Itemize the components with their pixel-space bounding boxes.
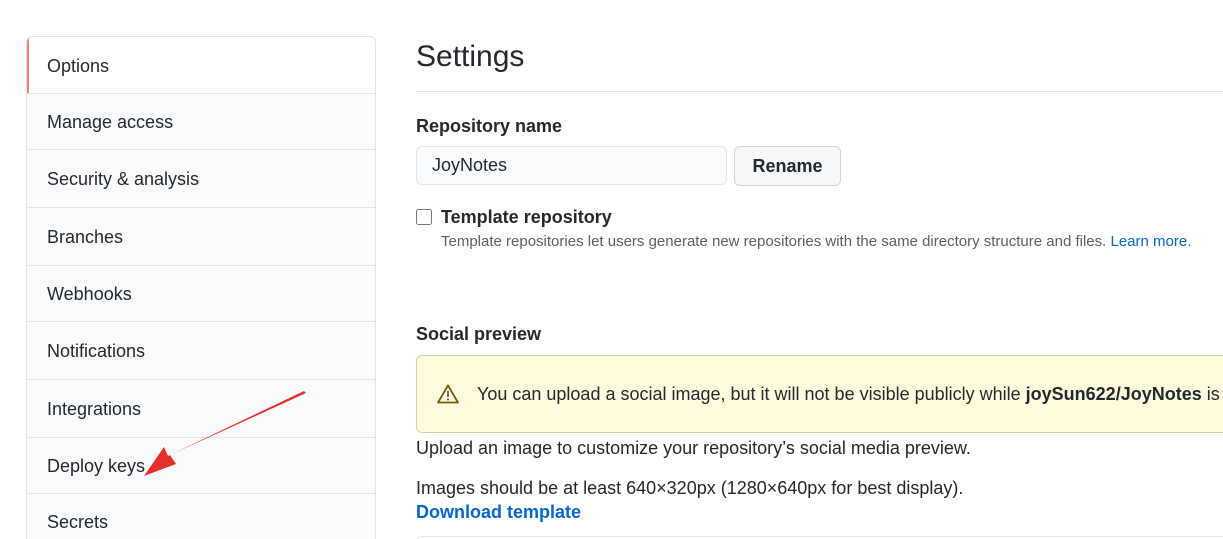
social-preview-label: Social preview [416,324,542,344]
sidebar-item-notifications[interactable]: Notifications [27,322,375,380]
sidebar-item-deploy-keys[interactable]: Deploy keys [27,438,375,494]
social-preview-warning: You can upload a social image, but it wi… [416,355,1223,433]
sidebar-item-label: Security & analysis [47,169,200,189]
template-repository-label: Template repository [441,207,612,227]
sidebar-item-label: Deploy keys [47,456,146,476]
sidebar-item-label: Secrets [47,512,109,532]
settings-page: Options Manage access Security & analysi… [0,0,1223,539]
settings-main: Settings Repository name Rename Template… [416,0,1223,539]
rename-button[interactable]: Rename [734,146,841,186]
template-repository-description: Template repositories let users generate… [441,233,1192,250]
repository-name-label: Repository name [416,116,563,136]
sidebar-item-manage-access[interactable]: Manage access [27,94,375,150]
settings-sidebar: Options Manage access Security & analysi… [26,36,376,539]
sidebar-item-integrations[interactable]: Integrations [27,380,375,438]
sidebar-item-branches[interactable]: Branches [27,208,375,266]
warning-message: You can upload a social image, but it wi… [477,384,1223,405]
warning-text-suffix: is priv [1206,384,1223,404]
sidebar-item-label: Options [47,56,110,76]
repository-name-input[interactable] [416,146,727,185]
download-template-link[interactable]: Download template [416,502,581,523]
sidebar-item-label: Integrations [47,399,142,419]
sidebar-item-security-analysis[interactable]: Security & analysis [27,150,375,208]
warning-repo-name: joySun622/JoyNotes [1025,384,1202,404]
sidebar-item-secrets[interactable]: Secrets [27,494,375,539]
alert-triangle-icon [437,384,459,404]
sidebar-item-label: Webhooks [47,284,132,304]
sidebar-item-options[interactable]: Options [27,37,375,94]
sidebar-item-label: Notifications [47,341,146,361]
title-divider [416,91,1223,92]
sidebar-item-webhooks[interactable]: Webhooks [27,266,375,322]
template-description-text: Template repositories let users generate… [441,233,1107,250]
page-title: Settings [416,40,525,73]
image-size-hint: Images should be at least 640×320px (128… [416,478,964,498]
upload-description: Upload an image to customize your reposi… [416,438,971,458]
template-repository-checkbox[interactable] [416,209,432,225]
warning-text-prefix: You can upload a social image, but it wi… [477,384,1026,404]
sidebar-item-label: Manage access [47,112,174,132]
learn-more-link[interactable]: Learn more [1110,233,1187,250]
sidebar-item-label: Branches [47,227,124,247]
